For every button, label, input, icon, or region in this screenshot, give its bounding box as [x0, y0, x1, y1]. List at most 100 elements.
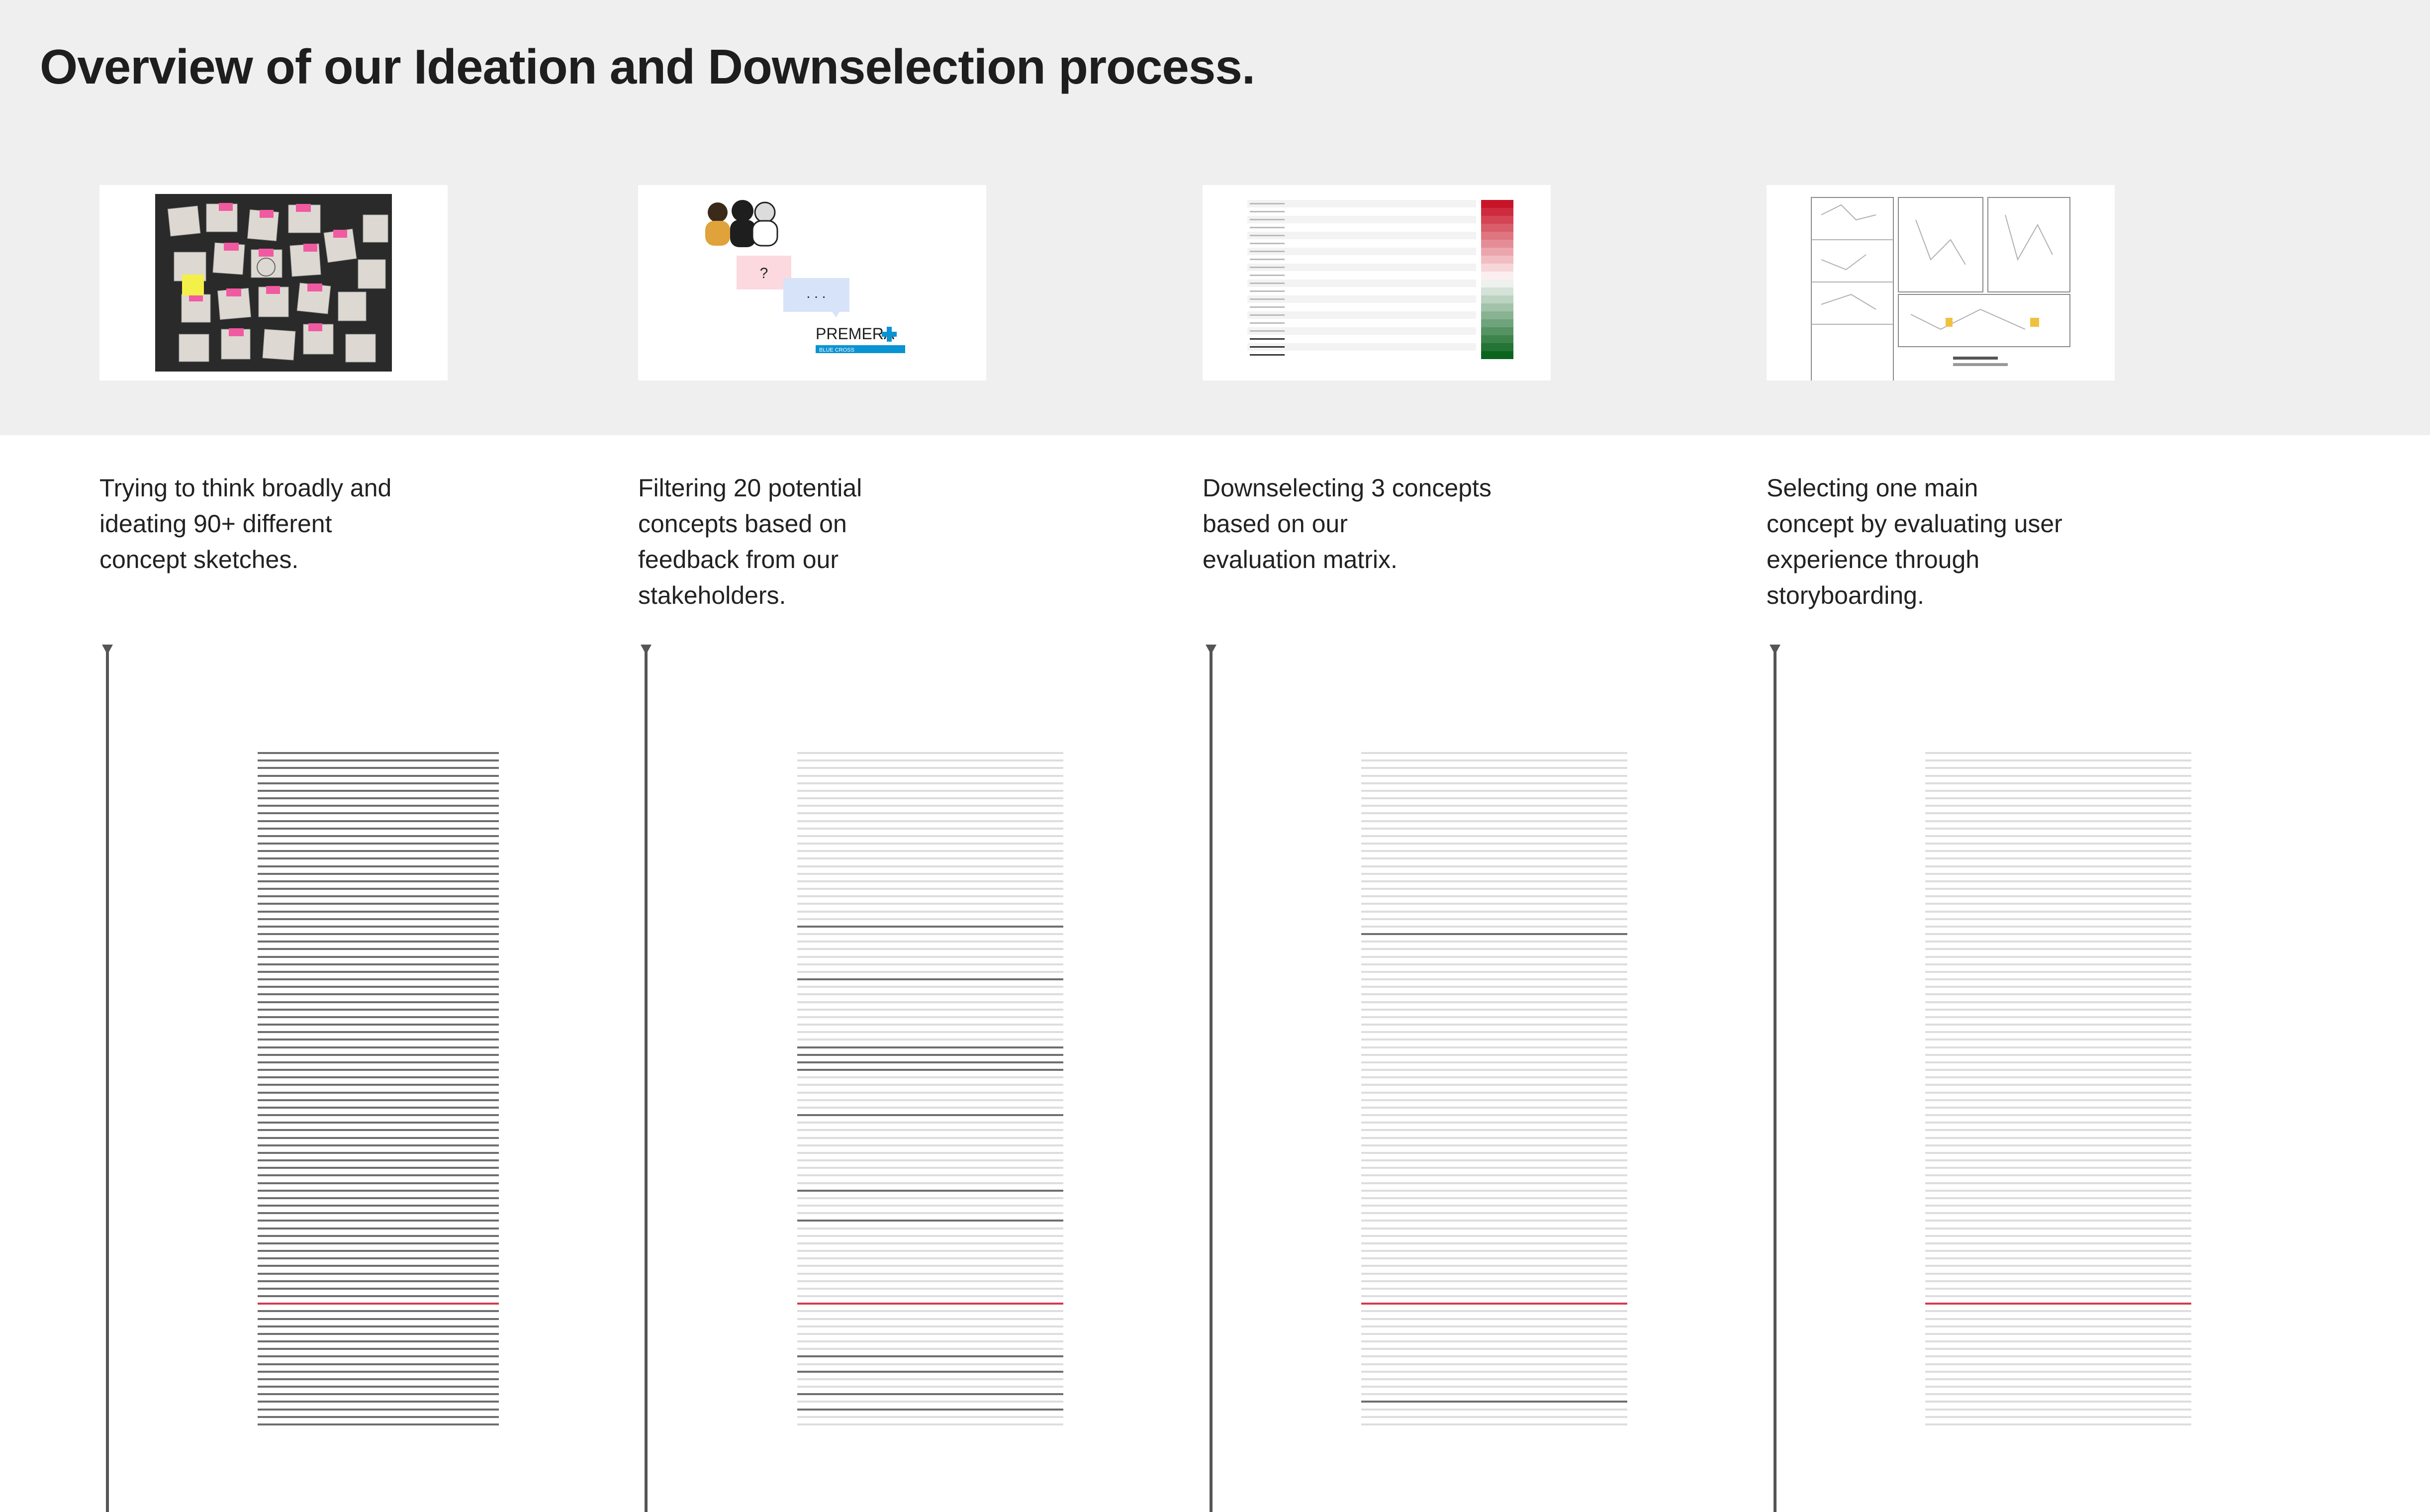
- concept-line: [797, 971, 1063, 973]
- concept-line: [797, 1220, 1063, 1222]
- concept-line: [258, 1250, 499, 1252]
- concept-line: [1925, 857, 2191, 859]
- concept-line: [258, 1325, 499, 1327]
- concept-line: [1925, 1235, 2191, 1237]
- concept-line: [1361, 1197, 1627, 1199]
- concept-line: [797, 1401, 1063, 1403]
- concept-line: [797, 1393, 1063, 1395]
- ideation-timeline-arrow: [102, 645, 113, 1512]
- concept-line: [1361, 865, 1627, 867]
- concept-line: [1925, 1024, 2191, 1026]
- concept-line: [1925, 1212, 2191, 1214]
- concept-line: [1361, 1257, 1627, 1259]
- downselection-thumbnail: [1203, 185, 1551, 380]
- concept-line: [258, 790, 499, 792]
- concept-line: [1925, 1054, 2191, 1056]
- concept-line: [797, 1114, 1063, 1116]
- concept-line: [797, 759, 1063, 761]
- concept-line: [797, 1061, 1063, 1063]
- concept-line: [1925, 1190, 2191, 1192]
- concept-line: [1361, 850, 1627, 852]
- concept-line: [1925, 1031, 2191, 1033]
- concept-line: [258, 1416, 499, 1418]
- concept-line: [1361, 956, 1627, 958]
- concept-line: [1361, 895, 1627, 897]
- concept-line: [258, 880, 499, 882]
- concept-line: [1361, 903, 1627, 905]
- concept-line: [258, 1076, 499, 1078]
- concept-line: [1361, 1084, 1627, 1086]
- selected-concept-line: [258, 1303, 499, 1305]
- concept-line: [797, 1325, 1063, 1327]
- concept-line: [1925, 1242, 2191, 1244]
- concept-line: [258, 933, 499, 935]
- concept-line: [1361, 978, 1627, 980]
- concept-line: [1925, 1355, 2191, 1357]
- concept-line: [797, 1310, 1063, 1312]
- description-line: based on our: [1203, 510, 1348, 538]
- concept-line: [1361, 843, 1627, 845]
- concept-line: [797, 1039, 1063, 1040]
- concept-line: [797, 1333, 1063, 1335]
- description-line: feedback from our: [638, 546, 839, 573]
- concept-line: [797, 873, 1063, 875]
- concept-line: [258, 759, 499, 761]
- description-line: evaluation matrix.: [1203, 546, 1398, 573]
- concept-line: [1925, 956, 2191, 958]
- filtering-thumbnail: ? . . . PREMERA BLUE CROSS: [638, 185, 986, 380]
- concept-line: [258, 993, 499, 995]
- concept-line: [1361, 1152, 1627, 1154]
- concept-line: [1361, 971, 1627, 973]
- concept-line: [1361, 857, 1627, 859]
- concept-line: [1925, 790, 2191, 792]
- concept-line: [1925, 1393, 2191, 1395]
- concept-line: [258, 911, 499, 913]
- concept-line: [797, 835, 1063, 837]
- concept-line: [797, 903, 1063, 905]
- concept-line: [258, 865, 499, 867]
- concept-line: [258, 805, 499, 807]
- concept-line: [258, 895, 499, 897]
- concept-line: [1925, 873, 2191, 875]
- concept-line: [1361, 1205, 1627, 1207]
- concept-line: [258, 828, 499, 830]
- concept-line: [1925, 948, 2191, 950]
- concept-line: [258, 903, 499, 905]
- concept-line: [1925, 903, 2191, 905]
- concept-line: [1361, 820, 1627, 822]
- concept-line: [258, 978, 499, 980]
- concept-line: [797, 1280, 1063, 1282]
- concept-line: [258, 1310, 499, 1312]
- concept-line: [1925, 828, 2191, 830]
- concept-line: [797, 782, 1063, 784]
- concept-line: [1361, 1046, 1627, 1048]
- selection-description: Selecting one main concept by evaluating…: [1767, 470, 2115, 613]
- concept-line: [1361, 1371, 1627, 1373]
- concept-line: [1925, 1257, 2191, 1259]
- concept-line: [1361, 993, 1627, 995]
- concept-line: [258, 1084, 499, 1086]
- concept-line: [1925, 1265, 2191, 1267]
- concept-line: [1361, 926, 1627, 928]
- description-line: Trying to think broadly and: [99, 474, 392, 502]
- concept-line: [797, 1265, 1063, 1267]
- concept-line: [1925, 1069, 2191, 1071]
- concept-line: [797, 1295, 1063, 1297]
- concept-line: [258, 1340, 499, 1342]
- ideation-concept-stack: [258, 752, 499, 1425]
- concept-line: [1925, 993, 2191, 995]
- concept-line: [797, 865, 1063, 867]
- concept-line: [1925, 971, 2191, 973]
- concept-line: [258, 1333, 499, 1335]
- concept-line: [1361, 1273, 1627, 1275]
- concept-line: [797, 1099, 1063, 1101]
- concept-line: [1925, 1310, 2191, 1312]
- concept-line: [258, 782, 499, 784]
- concept-line: [1361, 1423, 1627, 1425]
- concept-line: [1361, 797, 1627, 799]
- concept-line: [258, 1144, 499, 1146]
- concept-line: [797, 1129, 1063, 1131]
- concept-line: [1925, 1205, 2191, 1207]
- concept-line: [797, 1340, 1063, 1342]
- blue-cross-text: BLUE CROSS: [819, 347, 854, 353]
